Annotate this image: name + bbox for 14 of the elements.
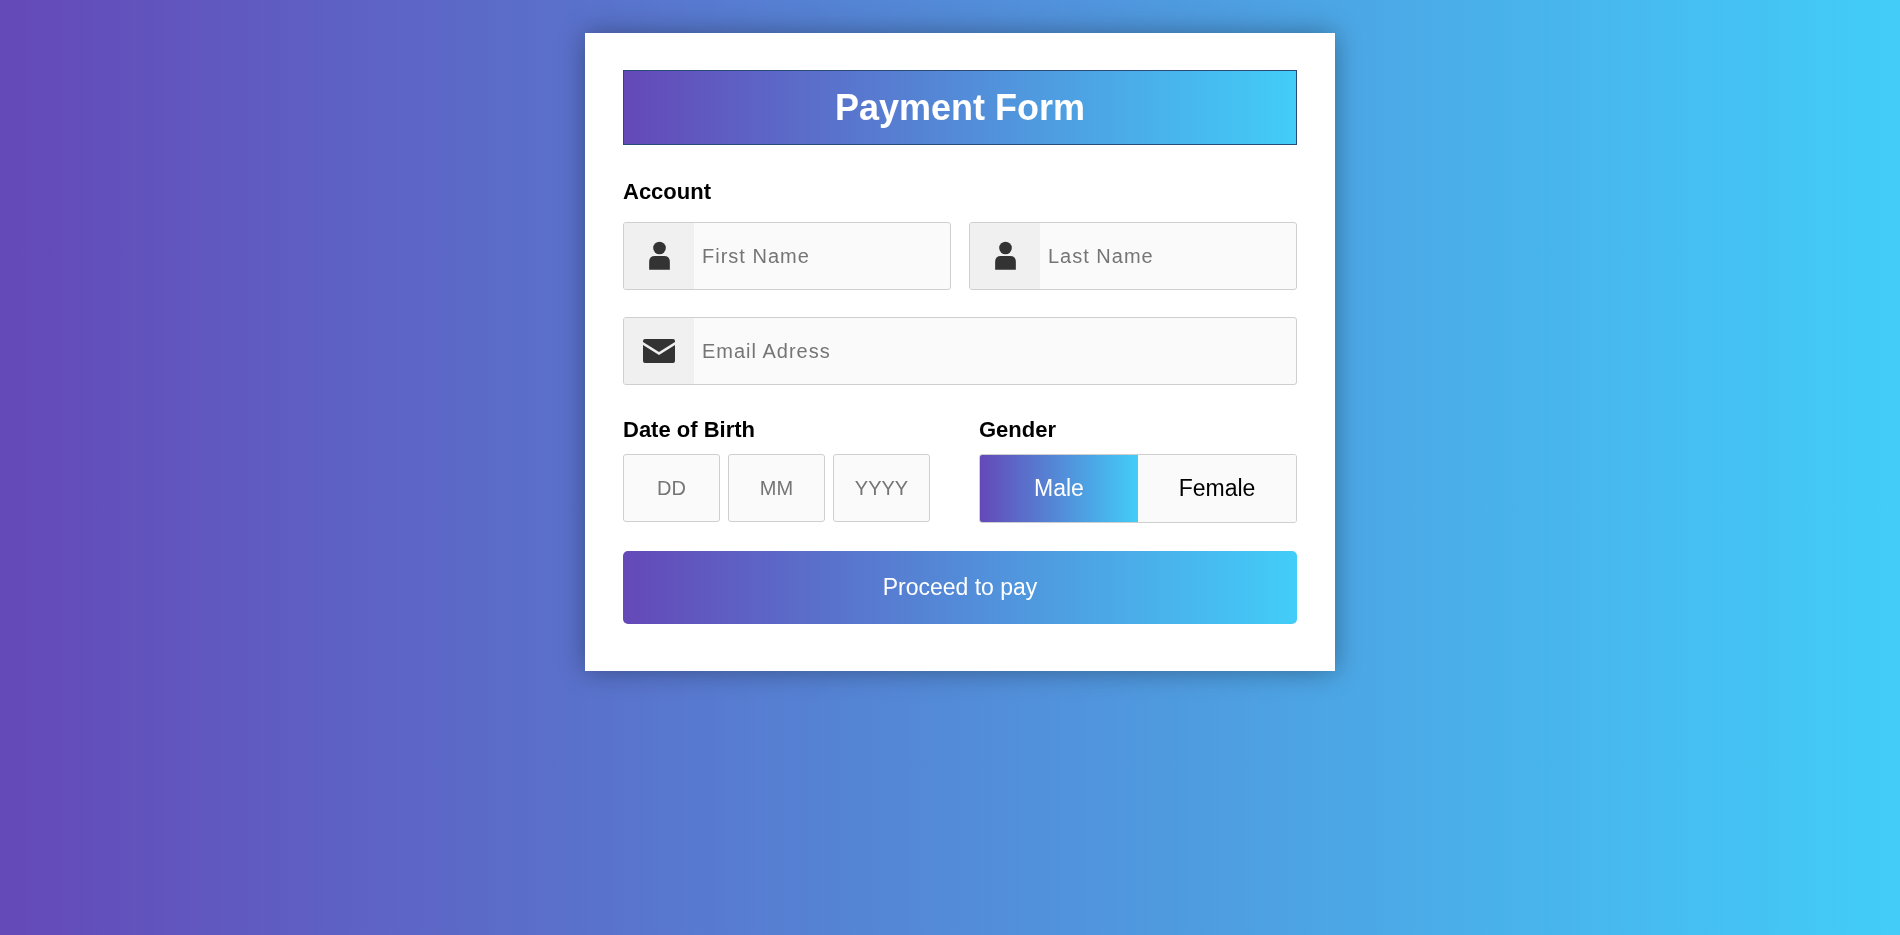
submit-button[interactable]: Proceed to pay: [623, 551, 1297, 624]
gender-option[interactable]: Female: [1138, 455, 1296, 522]
date-field[interactable]: DD: [623, 454, 720, 522]
user-icon: [993, 241, 1017, 271]
email-field[interactable]: Email Adress: [623, 317, 1297, 385]
date-field[interactable]: MM: [728, 454, 825, 522]
section-label: Gender: [979, 416, 1058, 444]
section-label: Account: [623, 178, 712, 206]
user-icon: [647, 241, 671, 271]
form-title: Payment Form: [623, 70, 1297, 145]
gender-option[interactable]: Male: [980, 455, 1138, 522]
envelope-icon: [643, 339, 675, 363]
date-field[interactable]: YYYY: [833, 454, 930, 522]
section-label: Date of Birth: [623, 416, 756, 444]
